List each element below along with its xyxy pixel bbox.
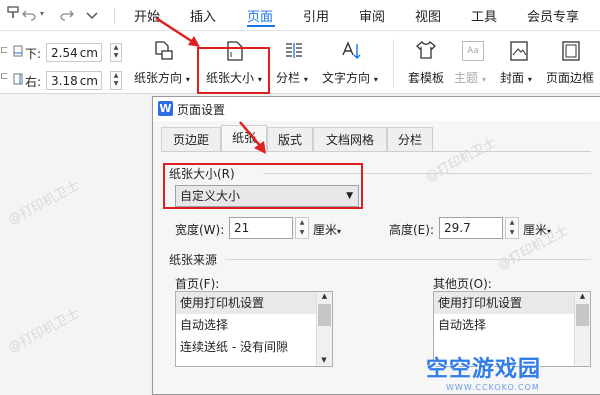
text-direction-icon xyxy=(340,40,362,65)
margin-left-edge-icon: ⊏ xyxy=(0,45,9,56)
cover-label: 封面 ▾ xyxy=(500,71,532,85)
undo-icon[interactable] xyxy=(22,9,36,25)
list-item[interactable]: 自动选择 xyxy=(176,314,332,336)
wps-logo-icon: W xyxy=(158,101,173,116)
redo-icon[interactable] xyxy=(60,9,74,25)
margin-bottom-icon xyxy=(13,45,23,60)
template-label: 套模板 xyxy=(408,71,445,85)
tab-view[interactable]: 视图 xyxy=(415,6,441,25)
height-label: 高度(E): xyxy=(389,223,434,237)
ribbon-toolbar: ⊏ ⊏ 下: 2.54 cm ▲ ▼ 右: 3.18 cm ▲ ▼ 纸张方向 ▾ 纸张大… xyxy=(0,31,600,94)
spin-down-icon[interactable]: ▼ xyxy=(111,52,121,60)
paper-size-highlight-box xyxy=(197,47,270,94)
page-border-icon xyxy=(561,40,581,65)
undo-dropdown-icon[interactable]: ▾ xyxy=(40,9,44,18)
theme-button[interactable]: Aa 主题 ▾ xyxy=(450,37,492,89)
scroll-down-icon[interactable]: ▼ xyxy=(317,356,331,364)
dialog-tab-doc-grid[interactable]: 文档网格 xyxy=(313,127,387,151)
spin-down-icon[interactable]: ▼ xyxy=(111,80,121,88)
spin-down-icon[interactable]: ▼ xyxy=(506,228,518,238)
margin-left-edge-icon-2: ⊏ xyxy=(0,71,9,82)
spin-up-icon[interactable]: ▲ xyxy=(296,218,308,228)
spin-up-icon[interactable]: ▲ xyxy=(506,218,518,228)
other-pages-label: 其他页(O): xyxy=(433,277,492,291)
scroll-thumb[interactable] xyxy=(576,304,589,326)
margin-bottom-label: 下: xyxy=(25,47,42,61)
margin-bottom-input[interactable]: 2.54 cm xyxy=(46,43,102,62)
first-page-scrollbar[interactable]: ▲ ▼ xyxy=(316,292,332,366)
columns-label: 分栏 ▾ xyxy=(276,71,308,85)
tab-review[interactable]: 审阅 xyxy=(359,6,385,25)
active-tab-underline xyxy=(247,25,275,27)
document-area: @打印机卫士 @打印机卫士 xyxy=(0,94,150,395)
format-painter-icon[interactable] xyxy=(6,6,20,24)
scroll-thumb[interactable] xyxy=(318,304,331,326)
other-pages-scrollbar[interactable]: ▲ xyxy=(574,292,590,366)
scroll-up-icon[interactable]: ▲ xyxy=(317,292,332,300)
dialog-title: 页面设置 xyxy=(177,103,226,117)
spin-up-icon[interactable]: ▲ xyxy=(111,72,121,80)
list-item[interactable]: 使用打印机设置 xyxy=(176,292,332,314)
height-input[interactable]: 29.7 xyxy=(439,217,503,239)
margin-right-spinner[interactable]: ▲ ▼ xyxy=(110,71,122,90)
dialog-titlebar: W 页面设置 xyxy=(153,97,600,121)
cover-button[interactable]: 封面 ▾ xyxy=(496,37,542,89)
pointer-arrow-2 xyxy=(239,121,266,154)
group-separator xyxy=(225,259,591,260)
watermark: @打印机卫士 xyxy=(5,178,82,229)
spin-up-icon[interactable]: ▲ xyxy=(111,44,121,52)
columns-icon xyxy=(284,41,304,64)
text-direction-button[interactable]: 文字方向 ▾ xyxy=(320,37,382,89)
margin-right-label: 右: xyxy=(25,75,42,89)
tab-divider xyxy=(114,8,115,24)
text-direction-label: 文字方向 ▾ xyxy=(322,71,378,85)
ribbon-tab-bar: ▾ 开始 插入 页面 引用 审阅 视图 工具 会员专享 xyxy=(0,0,600,31)
theme-icon: Aa xyxy=(462,41,484,61)
first-page-listbox[interactable]: 使用打印机设置 自动选择 连续送纸 - 没有间隙 ▲ ▼ xyxy=(175,291,333,367)
list-item[interactable]: 使用打印机设置 xyxy=(434,292,590,314)
site-logo-domain: WWW.CCKOKO.COM xyxy=(446,383,540,392)
first-page-label: 首页(F): xyxy=(175,277,220,291)
tab-member[interactable]: 会员专享 xyxy=(527,6,579,25)
width-input[interactable]: 21 xyxy=(229,217,293,239)
dialog-tab-columns[interactable]: 分栏 xyxy=(387,127,433,151)
scroll-up-icon[interactable]: ▲ xyxy=(575,292,590,300)
list-item[interactable]: 连续送纸 - 没有间隙 xyxy=(176,336,332,358)
list-item[interactable]: 自动选择 xyxy=(434,314,590,336)
orientation-label: 纸张方向 ▾ xyxy=(134,71,190,85)
width-unit-select[interactable]: 厘米▾ xyxy=(313,221,341,238)
page-border-label: 页面边框 xyxy=(546,71,595,85)
dialog-tab-line xyxy=(161,151,591,152)
watermark: @打印机卫士 xyxy=(5,306,82,357)
margin-right-input[interactable]: 3.18 cm xyxy=(46,71,102,90)
dialog-tab-margins[interactable]: 页边距 xyxy=(161,127,221,151)
width-label: 宽度(W): xyxy=(175,223,225,237)
page-border-button[interactable]: 页面边框 xyxy=(544,37,600,89)
site-logo-name: 空空游戏园 xyxy=(426,357,542,382)
paper-source-group-title: 纸张来源 xyxy=(169,253,218,267)
width-spinner[interactable]: ▲ ▼ xyxy=(295,217,309,239)
cover-icon xyxy=(509,40,529,65)
pointer-arrow-1 xyxy=(155,16,200,47)
theme-label: 主题 ▾ xyxy=(454,71,486,85)
height-spinner[interactable]: ▲ ▼ xyxy=(505,217,519,239)
customize-toolbar-chevron-icon[interactable] xyxy=(86,9,98,24)
template-button[interactable]: 套模板 xyxy=(404,37,446,89)
margin-bottom-spinner[interactable]: ▲ ▼ xyxy=(110,43,122,62)
tab-references[interactable]: 引用 xyxy=(303,6,329,25)
tab-tools[interactable]: 工具 xyxy=(471,6,497,25)
margin-right-icon xyxy=(13,73,23,88)
paper-size-group-highlight-box xyxy=(163,163,363,209)
spin-down-icon[interactable]: ▼ xyxy=(296,228,308,238)
toolbar-divider xyxy=(393,39,394,87)
tab-page[interactable]: 页面 xyxy=(247,6,273,25)
site-logo: 空空游戏园 WWW.CCKOKO.COM xyxy=(426,351,541,392)
shirt-icon xyxy=(415,40,437,63)
columns-button[interactable]: 分栏 ▾ xyxy=(274,37,314,89)
